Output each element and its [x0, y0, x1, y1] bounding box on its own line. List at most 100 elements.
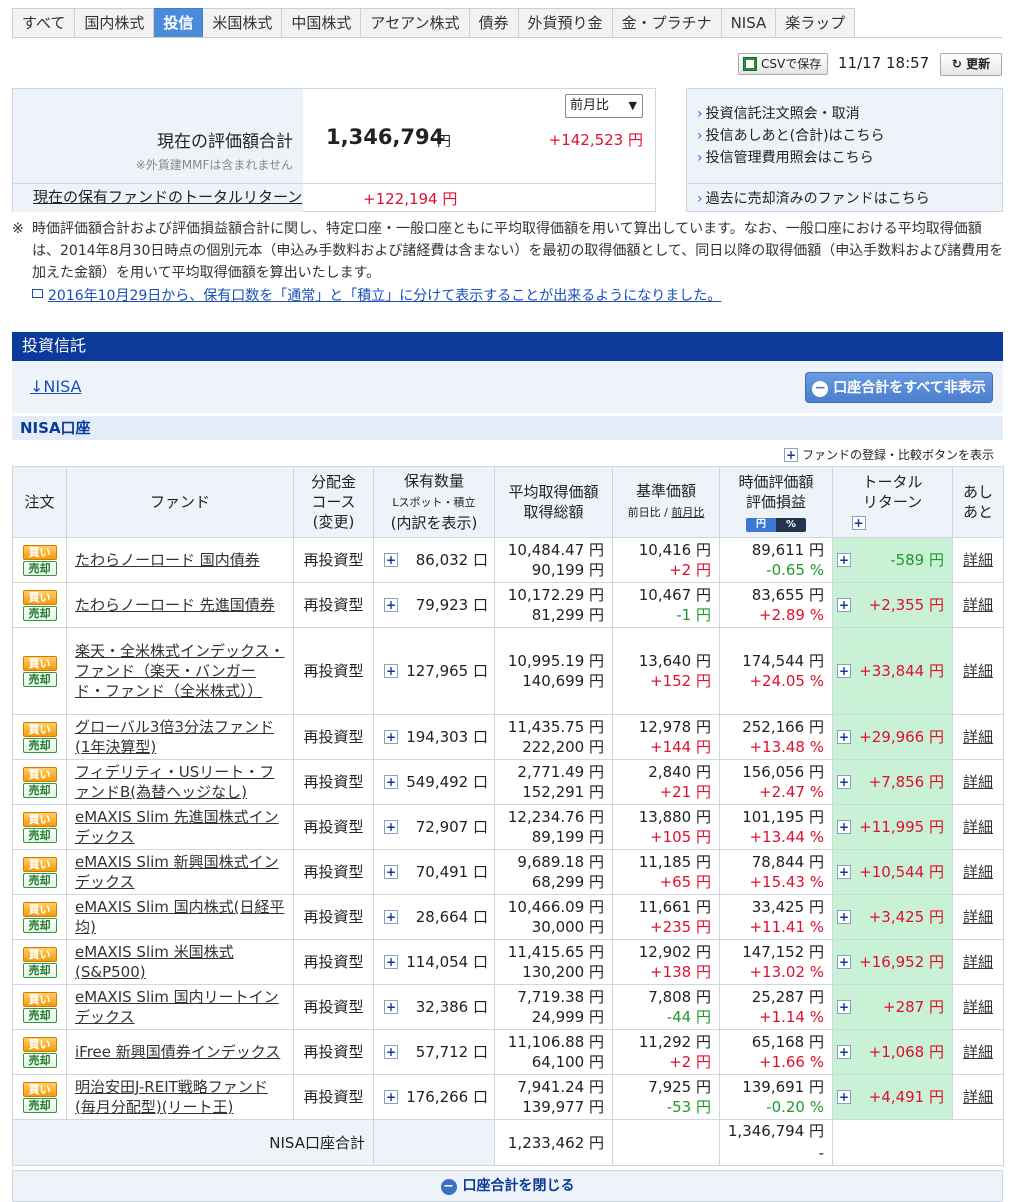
tab-10[interactable]: 楽ラップ [776, 8, 856, 38]
plus-icon[interactable]: + [837, 664, 851, 678]
display-change-link[interactable]: 2016年10月29日から、保有口数を「通常」と「積立」に分けて表示することが出… [48, 285, 721, 305]
buy-button[interactable]: 買い [22, 811, 57, 827]
detail-link[interactable]: 詳細 [952, 849, 1004, 895]
detail-link[interactable]: 詳細 [952, 759, 1004, 805]
fund-name-link[interactable]: フィデリティ・USリート・ファンドB(為替ヘッジなし) [66, 759, 294, 805]
sell-button[interactable]: 売却 [22, 1007, 57, 1023]
detail-link[interactable]: 詳細 [952, 537, 1004, 583]
tab-7[interactable]: 外貨預り金 [518, 8, 613, 38]
fund-name-link[interactable]: 楽天・全米株式インデックス・ファンド（楽天・バンガード・ファンド（全米株式）） [66, 627, 294, 715]
tab-9[interactable]: NISA [721, 8, 777, 38]
detail-link[interactable]: 詳細 [952, 894, 1004, 940]
buy-button[interactable]: 買い [22, 766, 57, 782]
plus-icon[interactable]: + [837, 955, 851, 969]
csv-save-button[interactable]: CSVで保存 [738, 53, 829, 75]
fund-name-link[interactable]: たわらノーロード 国内債券 [66, 537, 294, 583]
buy-button[interactable]: 買い [22, 1036, 57, 1052]
unit-toggle[interactable]: 円% [746, 518, 806, 532]
footprint-link[interactable]: 投信あしあと(合計)はこちら [697, 125, 885, 145]
management-fee-link[interactable]: 投信管理費用照会はこちら [697, 147, 874, 167]
plus-icon[interactable]: + [384, 775, 398, 789]
buy-button[interactable]: 買い [22, 721, 57, 737]
detail-link[interactable]: 詳細 [952, 1029, 1004, 1075]
plus-icon[interactable]: + [837, 598, 851, 612]
sell-button[interactable]: 売却 [22, 605, 57, 621]
fund-name-link[interactable]: 明治安田J-REIT戦略ファンド(毎月分配型)(リート王) [66, 1074, 294, 1120]
plus-icon[interactable]: + [837, 1000, 851, 1014]
sell-button[interactable]: 売却 [22, 737, 57, 753]
fund-name-link[interactable]: eMAXIS Slim 新興国株式インデックス [66, 849, 294, 895]
close-totals-button[interactable]: − 口座合計を閉じる [12, 1170, 1003, 1202]
buy-button[interactable]: 買い [22, 946, 57, 962]
sell-button[interactable]: 売却 [22, 671, 57, 687]
tab-3[interactable]: 米国株式 [203, 8, 283, 38]
plus-icon[interactable]: + [837, 1090, 851, 1104]
tab-1[interactable]: 国内株式 [75, 8, 155, 38]
register-compare-toggle[interactable]: + ファンドの登録・比較ボタンを表示 [784, 446, 994, 463]
fund-name-link[interactable]: eMAXIS Slim 米国株式(S&P500) [66, 939, 294, 985]
total-return-link[interactable]: 現在の保有ファンドのトータルリターン [13, 184, 303, 212]
buy-button[interactable]: 買い [22, 589, 57, 605]
detail-link[interactable]: 詳細 [952, 714, 1004, 760]
buy-button[interactable]: 買い [22, 655, 57, 671]
tab-6[interactable]: 債券 [469, 8, 519, 38]
fund-name-link[interactable]: eMAXIS Slim 先進国株式インデックス [66, 804, 294, 850]
plus-icon[interactable]: + [384, 664, 398, 678]
qty-breakdown-link[interactable]: (内訳を表示) [391, 514, 478, 532]
plus-icon[interactable]: + [837, 553, 851, 567]
plus-icon[interactable]: + [837, 820, 851, 834]
tab-2[interactable]: 投信 [154, 8, 204, 38]
plus-icon[interactable]: + [837, 1045, 851, 1059]
plus-icon[interactable]: + [384, 553, 398, 567]
sell-button[interactable]: 売却 [22, 917, 57, 933]
fund-name-link[interactable]: eMAXIS Slim 国内株式(日経平均) [66, 894, 294, 940]
refresh-button[interactable]: ↻ 更新 [940, 53, 1002, 76]
buy-button[interactable]: 買い [22, 856, 57, 872]
sell-button[interactable]: 売却 [22, 872, 57, 888]
detail-link[interactable]: 詳細 [952, 1074, 1004, 1120]
plus-icon[interactable]: + [384, 910, 398, 924]
sell-button[interactable]: 売却 [22, 1052, 57, 1068]
plus-icon[interactable]: + [837, 910, 851, 924]
month-compare-link[interactable]: 前月比 [671, 506, 704, 519]
plus-icon[interactable]: + [384, 820, 398, 834]
tab-5[interactable]: アセアン株式 [361, 8, 470, 38]
nisa-anchor-link[interactable]: ↓NISA [30, 377, 82, 396]
plus-icon[interactable]: + [384, 1090, 398, 1104]
plus-icon[interactable]: + [384, 1045, 398, 1059]
tab-0[interactable]: すべて [12, 8, 76, 38]
buy-button[interactable]: 買い [22, 1081, 57, 1097]
plus-icon[interactable]: + [384, 865, 398, 879]
fund-name-link[interactable]: eMAXIS Slim 国内リートインデックス [66, 984, 294, 1030]
tab-8[interactable]: 金・プラチナ [612, 8, 722, 38]
fund-name-link[interactable]: たわらノーロード 先進国債券 [66, 582, 294, 628]
plus-icon[interactable]: + [837, 775, 851, 789]
hide-all-totals-button[interactable]: 口座合計をすべて非表示 [805, 372, 993, 403]
detail-link[interactable]: 詳細 [952, 582, 1004, 628]
detail-link[interactable]: 詳細 [952, 939, 1004, 985]
sold-funds-link[interactable]: 過去に売却済みのファンドはこちら [697, 188, 930, 208]
sell-button[interactable]: 売却 [22, 782, 57, 798]
plus-icon[interactable]: + [384, 1000, 398, 1014]
detail-link[interactable]: 詳細 [952, 627, 1004, 715]
fund-name-link[interactable]: グローバル3倍3分法ファンド(1年決算型) [66, 714, 294, 760]
fund-name-link[interactable]: iFree 新興国債券インデックス [66, 1029, 294, 1075]
detail-link[interactable]: 詳細 [952, 804, 1004, 850]
sell-button[interactable]: 売却 [22, 560, 57, 576]
sell-button[interactable]: 売却 [22, 1097, 57, 1113]
plus-icon[interactable]: + [851, 516, 866, 530]
sell-button[interactable]: 売却 [22, 962, 57, 978]
buy-button[interactable]: 買い [22, 901, 57, 917]
plus-icon[interactable]: + [384, 598, 398, 612]
plus-icon[interactable]: + [837, 730, 851, 744]
buy-button[interactable]: 買い [22, 991, 57, 1007]
detail-link[interactable]: 詳細 [952, 984, 1004, 1030]
plus-icon[interactable]: + [384, 730, 398, 744]
plus-icon[interactable]: + [837, 865, 851, 879]
buy-button[interactable]: 買い [22, 544, 57, 560]
compare-period-select[interactable]: 前月比 ▼ [565, 94, 643, 118]
plus-icon[interactable]: + [384, 955, 398, 969]
sell-button[interactable]: 売却 [22, 827, 57, 843]
order-inquiry-link[interactable]: 投資信託注文照会・取消 [697, 103, 860, 123]
tab-4[interactable]: 中国株式 [282, 8, 362, 38]
